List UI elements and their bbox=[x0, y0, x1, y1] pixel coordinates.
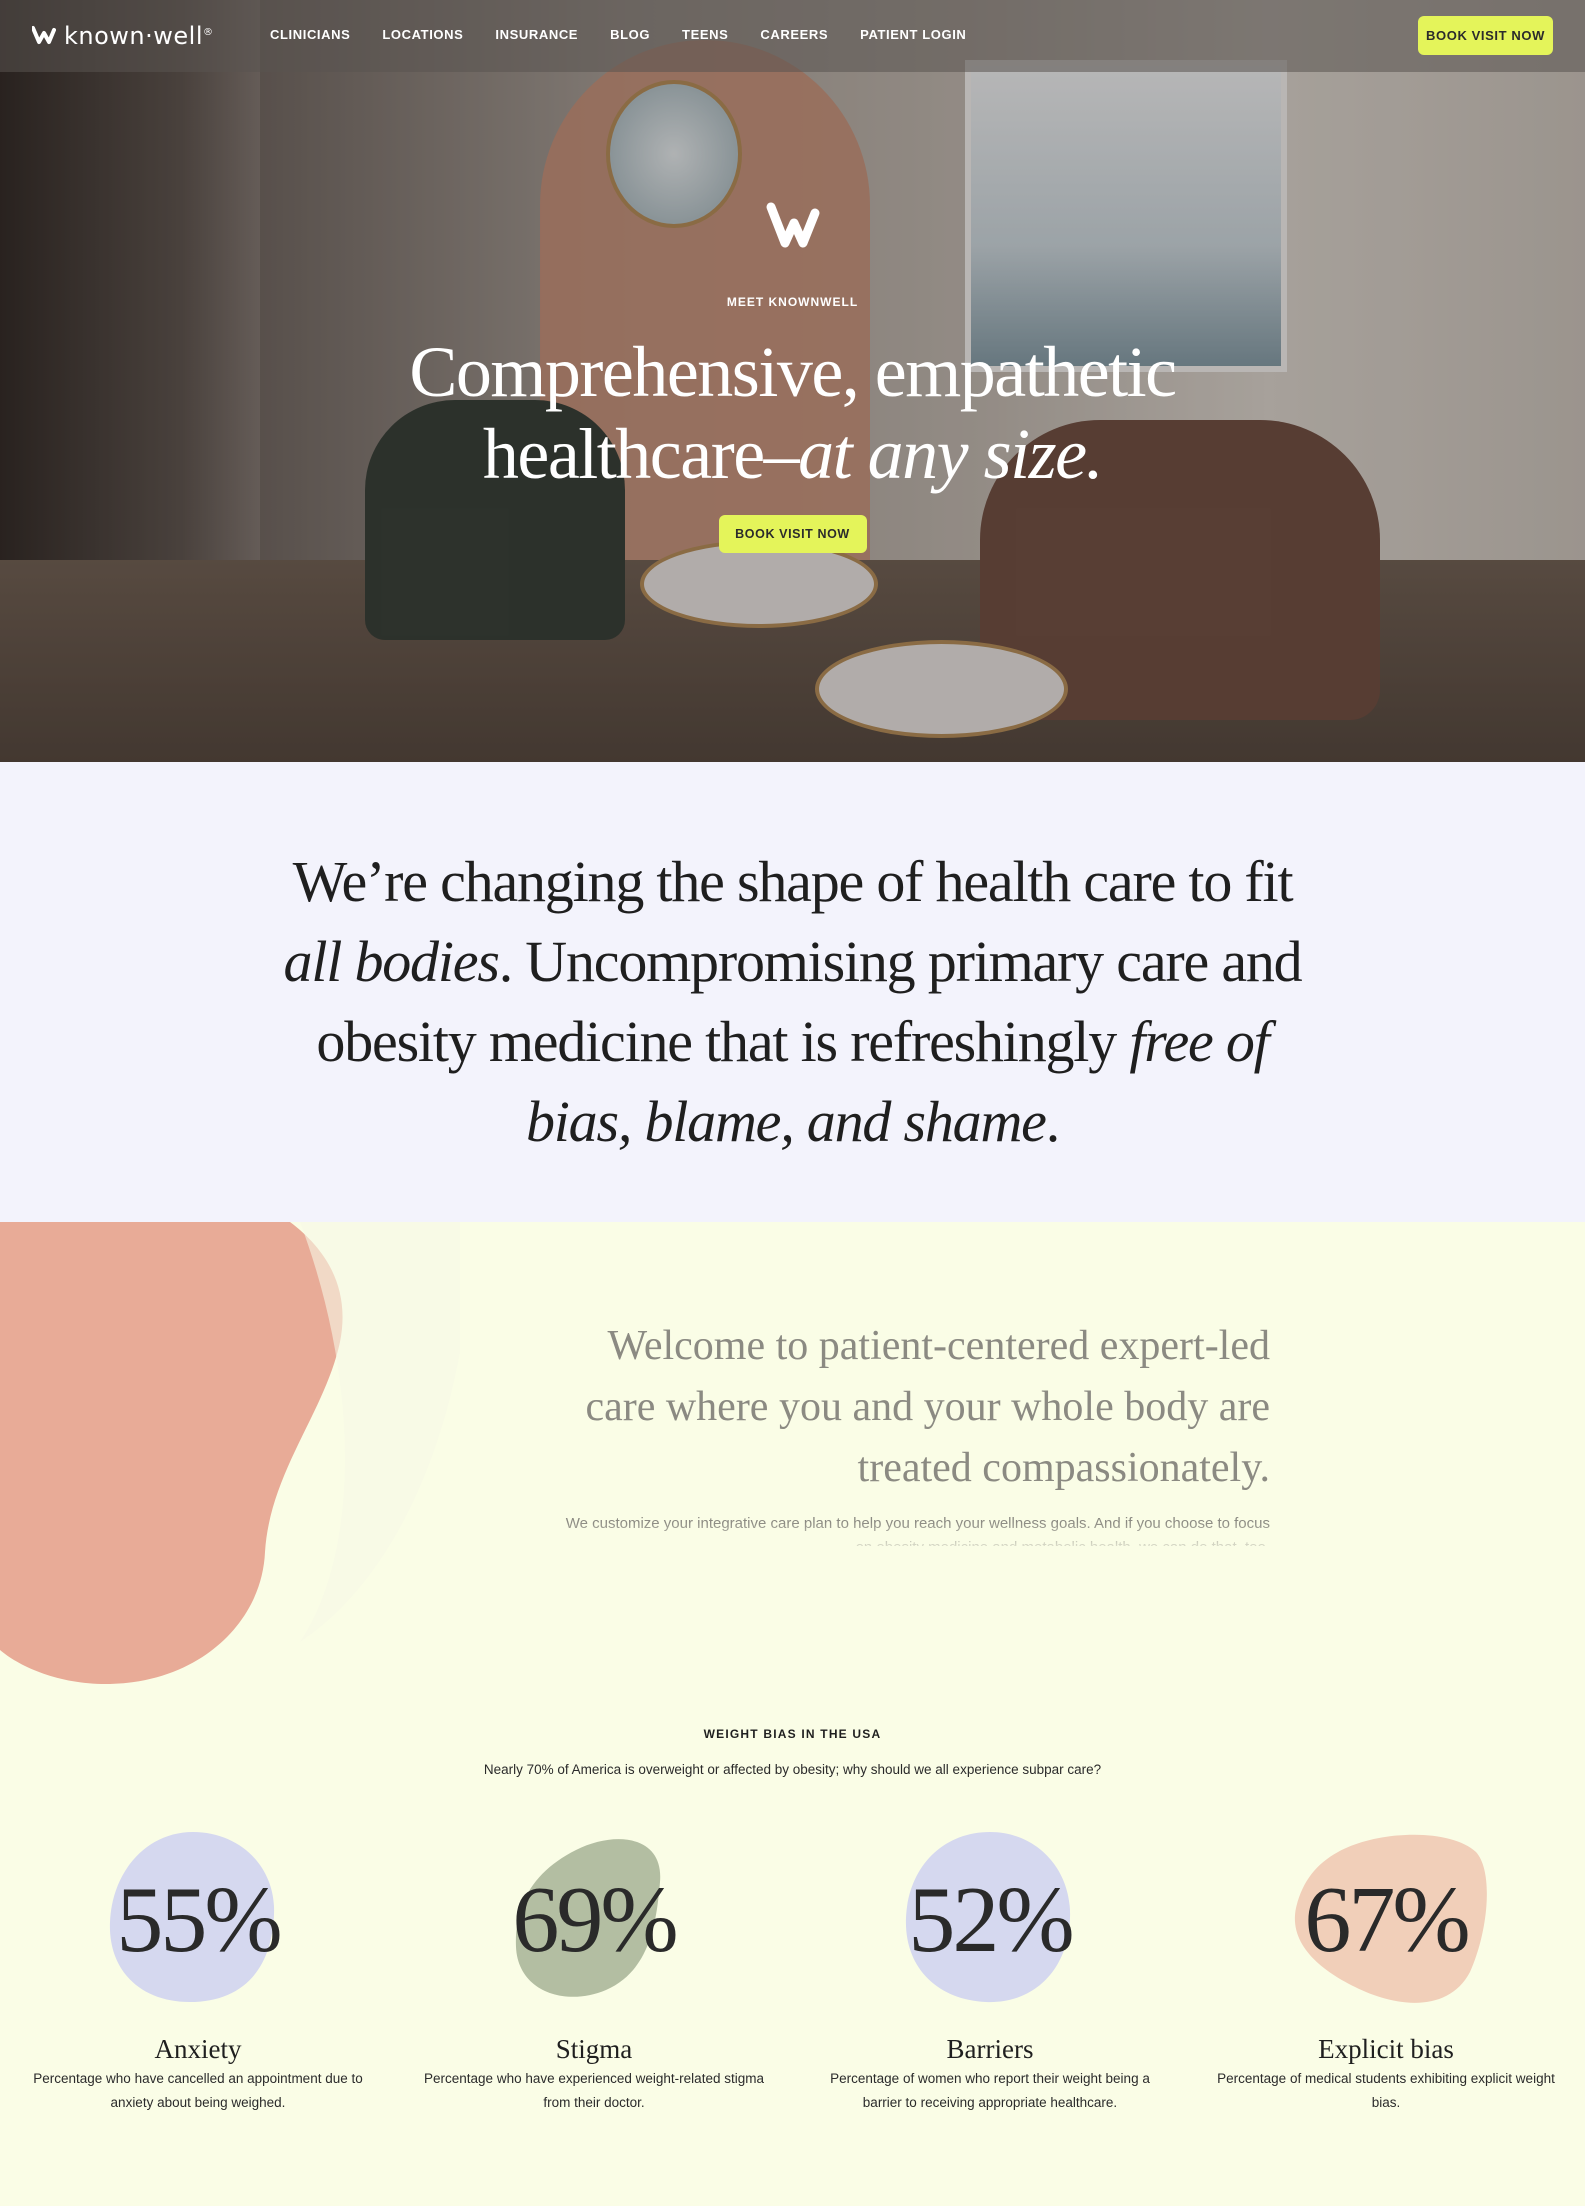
nav-teens[interactable]: TEENS bbox=[682, 27, 728, 42]
hero-book-visit-button[interactable]: BOOK VISIT NOW bbox=[718, 515, 867, 553]
hero-title-italic: at any size. bbox=[798, 414, 1103, 494]
hero-title-line2: healthcare–at any size. bbox=[0, 413, 1585, 495]
nav-blog[interactable]: BLOG bbox=[610, 27, 650, 42]
logo-wordmark: known·well® bbox=[64, 22, 214, 50]
stat-title: Explicit bias bbox=[1318, 2034, 1454, 2064]
stat-card: 52% Barriers Percentage of women who rep… bbox=[792, 1822, 1188, 2142]
top-nav: known·well® CLINICIANS LOCATIONS INSURAN… bbox=[0, 0, 1585, 72]
stat-title: Barriers bbox=[946, 2034, 1034, 2064]
registered-mark: ® bbox=[203, 27, 214, 38]
hero-title-line1: Comprehensive, empathetic bbox=[409, 332, 1177, 412]
nav-locations[interactable]: LOCATIONS bbox=[382, 27, 463, 42]
knownwell-logo-icon bbox=[32, 26, 56, 44]
stat-description: Percentage who have experienced weight-r… bbox=[424, 2071, 764, 2110]
stat-card: 67% Explicit bias Percentage of medical … bbox=[1188, 1822, 1584, 2142]
stat-value: 69% bbox=[512, 1868, 678, 1972]
hero-content: MEET KNOWNWELL Comprehensive, empathetic… bbox=[0, 195, 1585, 553]
stat-value: 67% bbox=[1304, 1868, 1470, 1972]
welcome-fade bbox=[560, 1522, 1280, 1562]
stat-description: Percentage who have cancelled an appoint… bbox=[33, 2071, 363, 2110]
mission-statement: We’re changing the shape of health care … bbox=[265, 842, 1320, 1162]
knownwell-mark-icon bbox=[766, 202, 819, 248]
stat-value: 55% bbox=[116, 1868, 282, 1972]
hero-section: known·well® CLINICIANS LOCATIONS INSURAN… bbox=[0, 0, 1585, 762]
stats-eyebrow: WEIGHT BIAS IN THE USA bbox=[703, 1727, 882, 1741]
hero-title: Comprehensive, empathetic healthcare–at … bbox=[0, 331, 1585, 495]
stat-card: 55% Anxiety Percentage who have cancelle… bbox=[0, 1822, 396, 2142]
nav-careers[interactable]: CAREERS bbox=[760, 27, 828, 42]
nav-patient-login[interactable]: PATIENT LOGIN bbox=[860, 27, 966, 42]
stat-title: Anxiety bbox=[154, 2034, 242, 2064]
stat-description: Percentage of women who report their wei… bbox=[830, 2071, 1150, 2110]
stat-card: 69% Stigma Percentage who have experienc… bbox=[396, 1822, 792, 2142]
hero-title-plain: healthcare– bbox=[482, 414, 800, 494]
mission-text-3: . bbox=[1045, 1089, 1061, 1154]
stat-value: 52% bbox=[908, 1868, 1074, 1972]
mission-section: We’re changing the shape of health care … bbox=[0, 762, 1585, 1222]
hero-eyebrow: MEET KNOWNWELL bbox=[726, 295, 859, 309]
mission-emphasis-1: all bodies bbox=[283, 929, 500, 994]
stat-description: Percentage of medical students exhibitin… bbox=[1217, 2071, 1555, 2110]
logo[interactable]: known·well® bbox=[32, 22, 214, 50]
nav-insurance[interactable]: INSURANCE bbox=[495, 27, 578, 42]
welcome-heading: Welcome to patient-centered expert-led c… bbox=[585, 1323, 1270, 1491]
nav-book-visit-button[interactable]: BOOK VISIT NOW bbox=[1418, 16, 1553, 55]
stat-title: Stigma bbox=[555, 2034, 633, 2064]
nav-clinicians[interactable]: CLINICIANS bbox=[270, 27, 350, 42]
stats-subtitle: Nearly 70% of America is overweight or a… bbox=[483, 1762, 1102, 1777]
decorative-blob bbox=[0, 1222, 460, 1685]
welcome-section: Welcome to patient-centered expert-led c… bbox=[0, 1222, 1585, 2206]
stats-row: 55% Anxiety Percentage who have cancelle… bbox=[0, 1822, 1585, 2142]
mission-text-1: We’re changing the shape of health care … bbox=[292, 849, 1294, 914]
nav-links: CLINICIANS LOCATIONS INSURANCE BLOG TEEN… bbox=[270, 27, 966, 42]
